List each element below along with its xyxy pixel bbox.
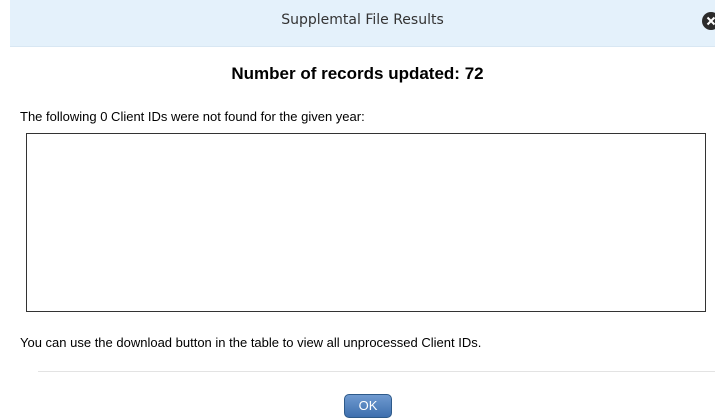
not-found-label: The following 0 Client IDs were not foun… — [20, 109, 365, 124]
ok-button[interactable]: OK — [344, 394, 392, 418]
footer-divider — [38, 371, 715, 372]
not-found-id-list[interactable] — [26, 133, 706, 312]
records-updated-heading: Number of records updated: 72 — [231, 64, 484, 83]
dialog-titlebar: Supplemtal File Results — [10, 0, 715, 47]
results-dialog: Supplemtal File Results Number of record… — [0, 0, 715, 419]
dialog-title: Supplemtal File Results — [281, 12, 444, 28]
close-icon[interactable] — [702, 12, 715, 30]
close-x-glyph — [706, 16, 715, 26]
download-hint-text: You can use the download button in the t… — [20, 335, 482, 350]
